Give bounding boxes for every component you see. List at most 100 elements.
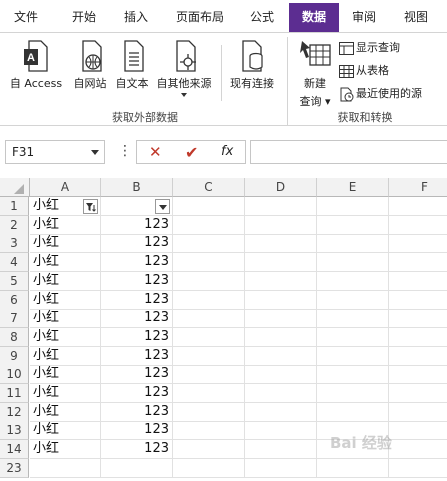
filter-dropdown-icon[interactable] — [155, 199, 170, 214]
cell-d[interactable] — [245, 197, 317, 216]
cell-c[interactable] — [173, 197, 245, 216]
column-header-b[interactable]: B — [101, 178, 173, 197]
cell-a[interactable]: 小红 — [30, 271, 101, 291]
row-header[interactable]: 2 — [0, 215, 29, 235]
cell-c[interactable] — [173, 253, 245, 273]
cell-e[interactable] — [317, 290, 389, 310]
cell-b[interactable]: 123 — [101, 309, 173, 329]
tab-formulas[interactable]: 公式 — [240, 4, 284, 30]
cell-d[interactable] — [245, 309, 317, 329]
cell-c[interactable] — [173, 346, 245, 366]
cell-d[interactable] — [245, 384, 317, 403]
cell-e[interactable] — [317, 327, 389, 347]
more-options-icon[interactable]: ⋮ — [118, 143, 132, 159]
cell-c[interactable] — [173, 215, 245, 235]
cell-f[interactable] — [389, 421, 447, 441]
cell-a[interactable]: 小红 — [30, 365, 101, 385]
cell-b[interactable]: 123 — [101, 290, 173, 310]
cell-e[interactable] — [317, 384, 389, 403]
cell-d[interactable] — [245, 327, 317, 347]
cell-c[interactable] — [173, 327, 245, 347]
cell-d[interactable] — [245, 215, 317, 235]
cell-c[interactable] — [173, 290, 245, 310]
row-header[interactable]: 7 — [0, 309, 29, 329]
cell-f[interactable] — [389, 197, 447, 216]
cell-c[interactable] — [173, 271, 245, 291]
cell-b[interactable]: 123 — [101, 384, 173, 403]
fx-icon[interactable]: fx — [221, 144, 233, 159]
cell-f[interactable] — [389, 347, 447, 366]
cell-c[interactable] — [173, 440, 245, 460]
column-header-a[interactable]: A — [30, 178, 101, 197]
from-access-button[interactable]: A 自 Access — [6, 39, 66, 91]
cell-c[interactable] — [173, 365, 245, 385]
cell-d[interactable] — [245, 234, 317, 254]
cell-b[interactable]: 123 — [101, 215, 173, 235]
recent-sources-button[interactable]: 最近使用的源 — [339, 85, 422, 103]
row-header[interactable]: 9 — [0, 346, 29, 366]
tab-page-layout[interactable]: 页面布局 — [168, 4, 232, 30]
cell-c[interactable] — [173, 458, 245, 478]
cell-b[interactable] — [101, 458, 173, 478]
cell-c[interactable] — [173, 384, 245, 403]
cell-e[interactable] — [317, 253, 389, 273]
tab-data[interactable]: 数据 — [289, 3, 339, 32]
row-header[interactable]: 13 — [0, 421, 29, 441]
cell-b[interactable]: 123 — [101, 327, 173, 347]
row-header[interactable]: 3 — [0, 234, 29, 254]
cell-f[interactable] — [389, 216, 447, 235]
row-header[interactable]: 8 — [0, 327, 29, 347]
row-header[interactable]: 6 — [0, 290, 29, 310]
cell-b[interactable]: 123 — [101, 440, 173, 460]
cell-a[interactable]: 小红 — [30, 215, 101, 235]
cell-e[interactable] — [317, 458, 389, 478]
new-query-button[interactable]: 新建 查询 ▾ — [294, 39, 336, 109]
x-icon[interactable]: ✕ — [149, 143, 162, 161]
from-other-sources-button[interactable]: 自其他来源 — [153, 39, 215, 97]
cell-f[interactable] — [389, 459, 447, 478]
cell-b[interactable]: 123 — [101, 253, 173, 273]
cell-c[interactable] — [173, 234, 245, 254]
cell-a[interactable]: 小红 — [30, 290, 101, 310]
cell-d[interactable] — [245, 421, 317, 441]
cell-d[interactable] — [245, 346, 317, 366]
cell-a[interactable]: 小红 — [30, 440, 101, 460]
tab-file[interactable]: 文件 — [4, 4, 48, 30]
cell-b[interactable]: 123 — [101, 271, 173, 291]
cell-b[interactable]: 123 — [101, 346, 173, 366]
cell-e[interactable] — [317, 215, 389, 235]
cell-e[interactable] — [317, 402, 389, 422]
cell-f[interactable] — [389, 272, 447, 291]
row-header[interactable]: 11 — [0, 384, 29, 403]
name-box[interactable]: F31 — [5, 140, 105, 164]
cell-a[interactable]: 小红 — [30, 253, 101, 273]
cell-a[interactable]: 小红 — [30, 309, 101, 329]
row-header[interactable]: 5 — [0, 271, 29, 291]
row-header[interactable]: 14 — [0, 440, 29, 460]
row-header[interactable]: 10 — [0, 365, 29, 385]
cell-f[interactable] — [389, 291, 447, 310]
cell-f[interactable] — [389, 234, 447, 254]
cell-f[interactable] — [389, 365, 447, 385]
cell-e[interactable] — [317, 234, 389, 254]
show-queries-button[interactable]: 显示查询 — [339, 39, 400, 57]
cell-c[interactable] — [173, 402, 245, 422]
column-header-e[interactable]: E — [317, 178, 389, 197]
cell-e[interactable] — [317, 365, 389, 385]
column-header-d[interactable]: D — [245, 178, 317, 197]
from-text-button[interactable]: 自文本 — [112, 39, 152, 91]
cell-f[interactable] — [389, 440, 447, 460]
check-icon[interactable]: ✔ — [185, 143, 198, 162]
from-table-button[interactable]: 从表格 — [339, 62, 389, 80]
cell-a[interactable] — [30, 458, 101, 478]
cell-b[interactable]: 123 — [101, 234, 173, 254]
select-all-corner[interactable] — [0, 178, 30, 197]
cell-c[interactable] — [173, 309, 245, 329]
cell-b[interactable]: 123 — [101, 421, 173, 441]
cell-d[interactable] — [245, 290, 317, 310]
tab-insert[interactable]: 插入 — [114, 4, 158, 30]
row-header[interactable]: 4 — [0, 253, 29, 273]
cell-f[interactable] — [389, 253, 447, 273]
cell-f[interactable] — [389, 384, 447, 403]
formula-input[interactable] — [250, 140, 447, 164]
